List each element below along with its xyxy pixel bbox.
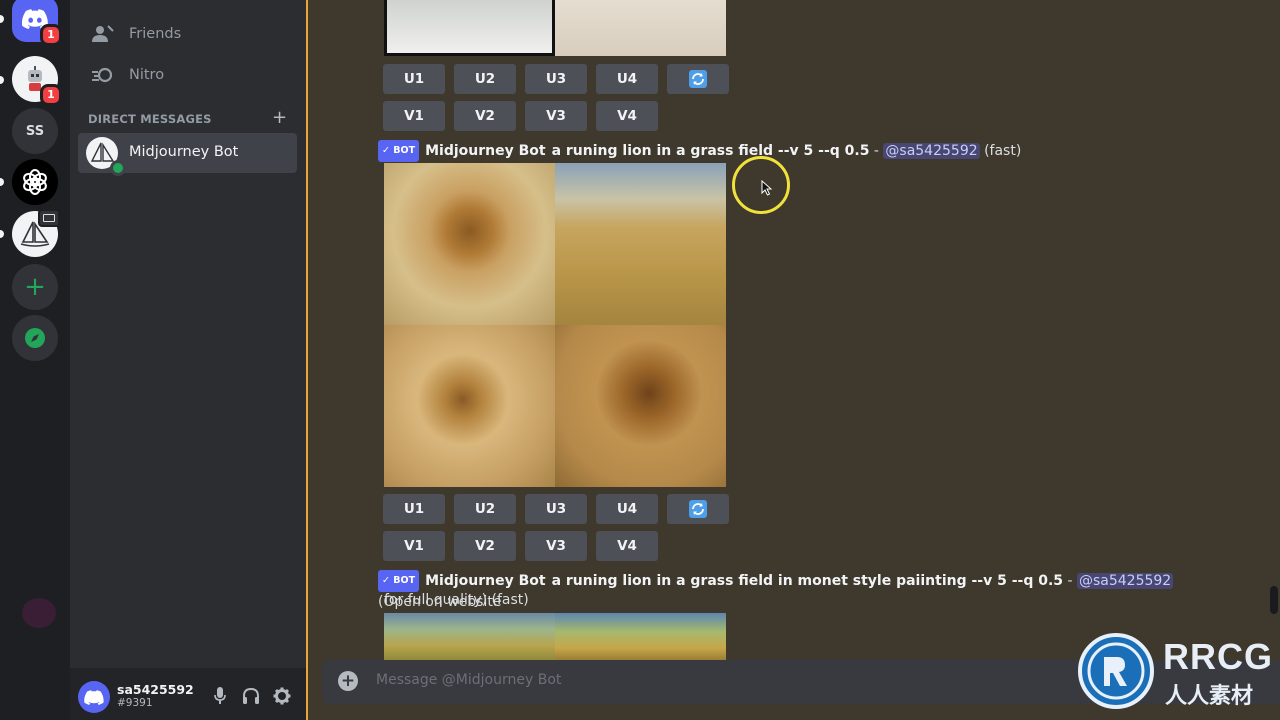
u3-button[interactable]: U3 (525, 494, 587, 524)
refresh-icon (689, 500, 707, 518)
message-input[interactable]: Message @Midjourney Bot (376, 672, 561, 688)
message-prompt: a runing lion in a grass field in monet … (551, 573, 1064, 589)
user-mention[interactable]: @sa5425592 (1076, 573, 1174, 589)
v2-button[interactable]: V2 (454, 101, 516, 131)
unread-indicator (0, 15, 4, 23)
user-discriminator: #9391 (117, 697, 153, 709)
compass-icon (25, 328, 45, 348)
discord-home-button[interactable]: 1 (12, 0, 62, 46)
screen-share-icon (38, 209, 60, 227)
u1-button[interactable]: U1 (383, 64, 445, 94)
explore-servers-button[interactable] (12, 315, 58, 361)
blurred-server-icon[interactable] (22, 598, 56, 628)
openai-logo-icon (23, 169, 47, 195)
notification-badge: 1 (40, 84, 62, 106)
upscale-button-row: U1 U2 U3 U4 (383, 64, 729, 94)
user-settings-button[interactable] (272, 686, 292, 706)
user-panel: sa5425592 #9391 (70, 668, 306, 720)
friends-icon (92, 25, 114, 42)
watermark-logo: RRCG 人人素材 (1077, 626, 1277, 718)
image-grid[interactable] (384, 613, 726, 660)
scrollbar-thumb[interactable] (1270, 586, 1278, 614)
u3-button[interactable]: U3 (525, 64, 587, 94)
discord-logo-icon (84, 689, 104, 705)
openai-server-button[interactable] (12, 159, 58, 205)
friends-nav-item[interactable]: Friends (78, 15, 298, 53)
nitro-nav-item[interactable]: Nitro (78, 56, 298, 94)
reroll-button[interactable] (667, 494, 729, 524)
variation-button-row: V1 V2 V3 V4 (383, 101, 658, 131)
v3-button[interactable]: V3 (525, 531, 587, 561)
server-initials: SS (25, 123, 45, 139)
message-suffix: (fast) (979, 143, 1022, 159)
reroll-button[interactable] (667, 64, 729, 94)
u4-button[interactable]: U4 (596, 494, 658, 524)
refresh-icon (689, 70, 707, 88)
v4-button[interactable]: V4 (596, 101, 658, 131)
generated-image[interactable] (555, 613, 726, 660)
nitro-label: Nitro (129, 67, 165, 83)
v2-button[interactable]: V2 (454, 531, 516, 561)
microphone-icon (214, 687, 226, 704)
image-grid[interactable] (384, 0, 726, 56)
upscale-button-row: U1 U2 U3 U4 (383, 494, 729, 524)
watermark-subtitle: 人人素材 (1165, 684, 1254, 709)
u2-button[interactable]: U2 (454, 64, 516, 94)
nitro-icon (92, 67, 113, 83)
notification-badge: 1 (40, 24, 62, 46)
dm-sidebar: Friends Nitro DIRECT MESSAGES + Midjourn… (70, 0, 306, 720)
direct-messages-header: DIRECT MESSAGES (88, 112, 212, 126)
bot-badge: ✓ BOT (378, 570, 420, 592)
generated-image[interactable] (555, 325, 726, 487)
message-suffix-continued: for full quality) (fast) (384, 592, 529, 608)
add-server-button[interactable]: + (12, 264, 58, 310)
server-rail: 1 1 SS + (0, 0, 70, 720)
message-author[interactable]: Midjourney Bot (425, 143, 545, 159)
dm-item-midjourney-bot[interactable]: Midjourney Bot (78, 133, 297, 176)
unread-indicator (0, 230, 4, 238)
generated-image[interactable] (384, 0, 555, 56)
friends-label: Friends (129, 26, 182, 42)
v3-button[interactable]: V3 (525, 101, 587, 131)
image-grid[interactable] (384, 163, 726, 487)
robot-server-button[interactable]: 1 (12, 56, 62, 106)
bot-badge: ✓ BOT (378, 140, 420, 162)
rrcg-logo-icon (1078, 633, 1154, 709)
plus-icon: + (24, 272, 46, 302)
separator: - (869, 143, 884, 159)
user-mention[interactable]: @sa5425592 (883, 143, 980, 159)
generated-image[interactable] (384, 163, 555, 325)
variation-button-row: V1 V2 V3 V4 (383, 531, 658, 561)
message-prompt: a runing lion in a grass field --v 5 --q… (551, 143, 870, 159)
midjourney-server-button[interactable] (12, 209, 60, 257)
mute-button[interactable] (210, 686, 230, 706)
separator: - (1063, 573, 1077, 589)
online-status-icon (110, 160, 126, 176)
mouse-cursor-icon (761, 180, 773, 196)
v4-button[interactable]: V4 (596, 531, 658, 561)
ss-server-button[interactable]: SS (12, 108, 58, 154)
message-header: ✓ BOT Midjourney Bot a runing lion in a gr… (378, 140, 1021, 162)
create-dm-button[interactable]: + (272, 108, 287, 128)
v1-button[interactable]: V1 (383, 101, 445, 131)
gear-icon (273, 687, 291, 705)
username: sa5425592 (117, 682, 194, 697)
u1-button[interactable]: U1 (383, 494, 445, 524)
generated-image[interactable] (384, 325, 555, 487)
attach-plus-icon[interactable]: + (338, 671, 358, 691)
unread-indicator (0, 76, 4, 84)
v1-button[interactable]: V1 (383, 531, 445, 561)
deafen-button[interactable] (241, 686, 261, 706)
unread-indicator (0, 178, 4, 186)
generated-image[interactable] (384, 613, 555, 660)
dm-item-label: Midjourney Bot (129, 144, 239, 160)
user-avatar[interactable] (78, 681, 110, 713)
headphones-icon (243, 687, 259, 704)
watermark-brand: RRCG (1163, 636, 1273, 677)
generated-image[interactable] (555, 163, 726, 325)
u2-button[interactable]: U2 (454, 494, 516, 524)
u4-button[interactable]: U4 (596, 64, 658, 94)
message-author[interactable]: Midjourney Bot (425, 573, 545, 589)
generated-image[interactable] (555, 0, 726, 56)
